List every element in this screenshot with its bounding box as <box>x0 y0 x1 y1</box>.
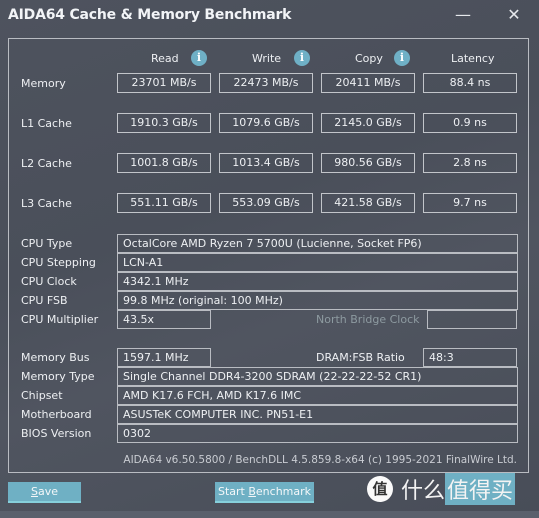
l3-latency-value: 9.7 ns <box>423 193 517 213</box>
memory-read-value: 23701 MB/s <box>117 73 211 93</box>
start-label-rest: enchmark <box>255 485 312 498</box>
l3-copy-value: 421.58 GB/s <box>321 193 415 213</box>
column-header-copy: Copy <box>355 52 383 65</box>
motherboard-value: ASUSTeK COMPUTER INC. PN51-E1 <box>117 405 518 424</box>
memory-bus-value: 1597.1 MHz <box>117 348 211 367</box>
cpu-fsb-label: CPU FSB <box>21 294 68 307</box>
cpu-type-value: OctalCore AMD Ryzen 7 5700U (Lucienne, S… <box>117 234 518 253</box>
copy-info-icon[interactable]: i <box>394 50 410 66</box>
column-header-write: Write <box>252 52 282 65</box>
start-mnemonic: B <box>248 485 256 498</box>
memory-type-value: Single Channel DDR4-3200 SDRAM (22-22-22… <box>117 367 518 386</box>
column-header-read: Read <box>151 52 179 65</box>
motherboard-label: Motherboard <box>21 408 92 421</box>
minimize-icon: — <box>455 5 471 24</box>
cpu-fsb-value: 99.8 MHz (original: 100 MHz) <box>117 291 518 310</box>
l2-copy-value: 980.56 GB/s <box>321 153 415 173</box>
close-icon: ✕ <box>507 5 521 24</box>
l1-write-value: 1079.6 GB/s <box>219 113 313 133</box>
watermark-text-highlight: 值得买 <box>445 473 516 505</box>
cpu-clock-label: CPU Clock <box>21 275 77 288</box>
north-bridge-clock-label: North Bridge Clock <box>316 313 420 326</box>
row-label: Memory <box>21 77 66 90</box>
memory-latency-value: 88.4 ns <box>423 73 517 93</box>
cpu-clock-value: 4342.1 MHz <box>117 272 518 291</box>
cpu-multiplier-label: CPU Multiplier <box>21 313 99 326</box>
window-bottom-edge <box>0 511 539 518</box>
cpu-stepping-label: CPU Stepping <box>21 256 96 269</box>
row-label: L3 Cache <box>21 197 72 210</box>
l1-latency-value: 0.9 ns <box>423 113 517 133</box>
l3-read-value: 551.11 GB/s <box>117 193 211 213</box>
memory-write-value: 22473 MB/s <box>219 73 313 93</box>
save-mnemonic: S <box>30 485 38 498</box>
start-benchmark-button[interactable]: Start Benchmark <box>215 482 314 503</box>
dram-fsb-ratio-value: 48:3 <box>423 348 517 367</box>
column-header-latency: Latency <box>451 52 495 65</box>
l2-read-value: 1001.8 GB/s <box>117 153 211 173</box>
l1-read-value: 1910.3 GB/s <box>117 113 211 133</box>
memory-bus-label: Memory Bus <box>21 351 90 364</box>
window-title: AIDA64 Cache & Memory Benchmark <box>8 7 292 23</box>
row-label: L1 Cache <box>21 117 72 130</box>
save-button[interactable]: Save <box>8 482 81 503</box>
watermark-logo-icon: 值 <box>367 476 393 502</box>
cpu-multiplier-value: 43.5x <box>117 310 211 329</box>
chipset-label: Chipset <box>21 389 63 402</box>
chipset-value: AMD K17.6 FCH, AMD K17.6 IMC <box>117 386 518 405</box>
watermark-text: 什么 <box>401 479 446 504</box>
dram-fsb-ratio-label: DRAM:FSB Ratio <box>316 351 405 364</box>
l3-write-value: 553.09 GB/s <box>219 193 313 213</box>
read-info-icon[interactable]: i <box>191 50 207 66</box>
version-footer: AIDA64 v6.50.5800 / BenchDLL 4.5.859.8-x… <box>123 454 517 466</box>
write-info-icon[interactable]: i <box>294 50 310 66</box>
watermark: 值 什么 值得买 <box>367 473 516 505</box>
memory-copy-value: 20411 MB/s <box>321 73 415 93</box>
cpu-type-label: CPU Type <box>21 237 73 250</box>
minimize-button[interactable]: — <box>451 4 475 26</box>
l1-copy-value: 2145.0 GB/s <box>321 113 415 133</box>
bios-version-label: BIOS Version <box>21 427 92 440</box>
start-label-pre: Start <box>217 485 249 498</box>
l2-latency-value: 2.8 ns <box>423 153 517 173</box>
save-label: ave <box>37 485 58 498</box>
close-button[interactable]: ✕ <box>502 4 526 26</box>
l2-write-value: 1013.4 GB/s <box>219 153 313 173</box>
row-label: L2 Cache <box>21 157 72 170</box>
memory-type-label: Memory Type <box>21 370 95 383</box>
bios-version-value: 0302 <box>117 424 518 443</box>
north-bridge-clock-value <box>427 310 517 329</box>
cpu-stepping-value: LCN-A1 <box>117 253 518 272</box>
